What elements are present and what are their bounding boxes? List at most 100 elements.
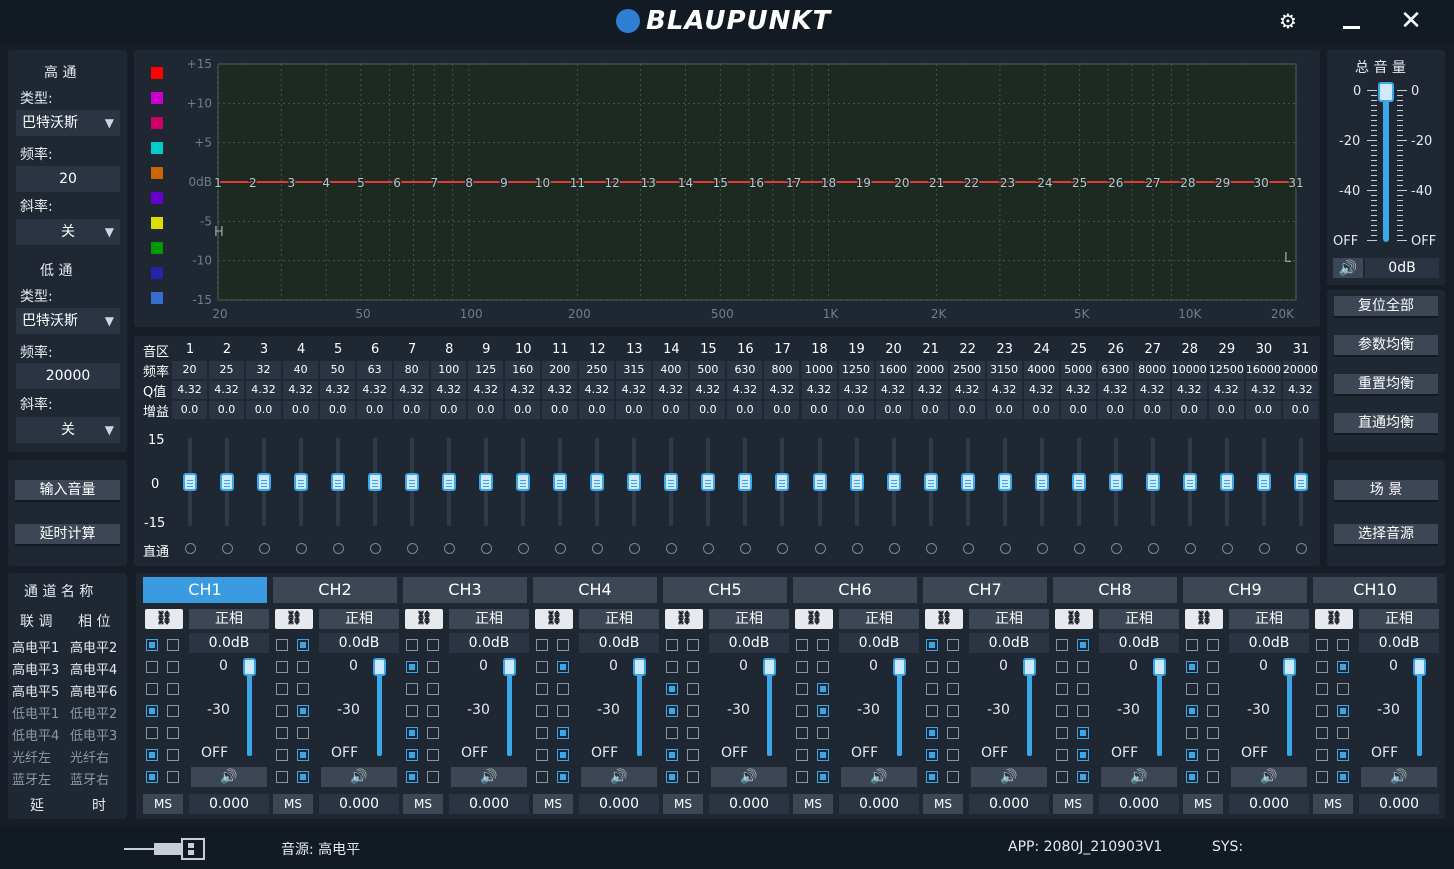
band-fader-knob[interactable] bbox=[775, 473, 790, 491]
input-mix-checkbox[interactable] bbox=[1186, 771, 1198, 783]
input-mix-checkbox[interactable] bbox=[796, 683, 808, 695]
speaker-icon[interactable]: 🔊 bbox=[451, 767, 527, 787]
band-freq-cell[interactable]: 10000 bbox=[1171, 361, 1207, 379]
input-mix-checkbox[interactable] bbox=[557, 705, 569, 717]
band-gain-cell[interactable]: 0.0 bbox=[1023, 401, 1059, 419]
band-gain-cell[interactable]: 0.0 bbox=[653, 401, 689, 419]
band-gain-cell[interactable]: 0.0 bbox=[283, 401, 319, 419]
scene-button[interactable]: 场 景 bbox=[1334, 480, 1438, 502]
band-gain-cell[interactable]: 0.0 bbox=[764, 401, 800, 419]
band-q-cell[interactable]: 4.32 bbox=[172, 381, 207, 399]
input-mix-checkbox[interactable] bbox=[1337, 749, 1349, 761]
input-mix-checkbox[interactable] bbox=[406, 705, 418, 717]
channel-volume-track[interactable] bbox=[767, 668, 772, 756]
channel-volume-track[interactable] bbox=[1157, 668, 1162, 756]
band-gain-cell[interactable]: 0.0 bbox=[949, 401, 985, 419]
band-freq-cell[interactable]: 4000 bbox=[1023, 361, 1059, 379]
band-fader-knob[interactable] bbox=[1219, 473, 1234, 491]
input-mix-checkbox[interactable] bbox=[297, 683, 309, 695]
band-fader-knob[interactable] bbox=[960, 473, 975, 491]
band-gain-cell[interactable]: 0.0 bbox=[394, 401, 430, 419]
input-mix-checkbox[interactable] bbox=[817, 771, 829, 783]
input-mix-checkbox[interactable] bbox=[1056, 661, 1068, 673]
speaker-icon[interactable]: 🔊 bbox=[321, 767, 397, 787]
input-mix-checkbox[interactable] bbox=[276, 705, 288, 717]
band-q-cell[interactable]: 4.32 bbox=[320, 381, 356, 399]
input-mix-checkbox[interactable] bbox=[1316, 727, 1328, 739]
band-freq-cell[interactable]: 20 bbox=[172, 361, 207, 379]
channel-tab[interactable]: CH10 bbox=[1313, 577, 1437, 603]
channel-delay-field[interactable]: 0.000 bbox=[579, 794, 659, 814]
channel-delay-field[interactable]: 0.000 bbox=[1229, 794, 1309, 814]
band-gain-cell[interactable]: 0.0 bbox=[542, 401, 578, 419]
input-mix-checkbox[interactable] bbox=[406, 727, 418, 739]
input-mix-checkbox[interactable] bbox=[1316, 705, 1328, 717]
band-gain-cell[interactable]: 0.0 bbox=[1134, 401, 1170, 419]
phase-button[interactable]: 正相 bbox=[709, 609, 789, 629]
input-mix-checkbox[interactable] bbox=[1186, 749, 1198, 761]
speaker-icon[interactable]: 🔊 bbox=[581, 767, 657, 787]
input-mix-checkbox[interactable] bbox=[796, 771, 808, 783]
input-mix-checkbox[interactable] bbox=[1316, 639, 1328, 651]
channel-tab[interactable]: CH5 bbox=[663, 577, 787, 603]
param-eq-button[interactable]: 参数均衡 bbox=[1334, 335, 1438, 357]
input-mix-checkbox[interactable] bbox=[1056, 683, 1068, 695]
band-fader-knob[interactable] bbox=[812, 473, 827, 491]
input-mix-checkbox[interactable] bbox=[1316, 661, 1328, 673]
speaker-icon[interactable]: 🔊 bbox=[1101, 767, 1177, 787]
lowpass-type-select[interactable]: 巴特沃斯 ▼ bbox=[16, 308, 120, 334]
band-gain-cell[interactable]: 0.0 bbox=[1171, 401, 1207, 419]
band-q-cell[interactable]: 4.32 bbox=[1282, 381, 1318, 399]
input-mix-checkbox[interactable] bbox=[1337, 639, 1349, 651]
input-mix-checkbox[interactable] bbox=[817, 639, 829, 651]
channel-volume-knob[interactable] bbox=[243, 658, 256, 676]
input-mix-checkbox[interactable] bbox=[796, 661, 808, 673]
band-q-cell[interactable]: 4.32 bbox=[542, 381, 578, 399]
band-fader-knob[interactable] bbox=[738, 473, 753, 491]
band-fader-knob[interactable] bbox=[923, 473, 938, 491]
band-bypass-radio[interactable] bbox=[1147, 543, 1159, 554]
input-mix-checkbox[interactable] bbox=[406, 661, 418, 673]
band-gain-cell[interactable]: 0.0 bbox=[1060, 401, 1096, 419]
band-fader-knob[interactable] bbox=[701, 473, 716, 491]
highpass-slope-select[interactable]: 关 ▼ bbox=[16, 219, 120, 245]
band-q-cell[interactable]: 4.32 bbox=[986, 381, 1022, 399]
channel-tab[interactable]: CH9 bbox=[1183, 577, 1307, 603]
lowpass-freq-field[interactable]: 20000 bbox=[16, 363, 120, 389]
band-fader-knob[interactable] bbox=[183, 473, 197, 491]
input-mix-checkbox[interactable] bbox=[167, 661, 179, 673]
band-fader-knob[interactable] bbox=[1256, 473, 1271, 491]
channel-volume-track[interactable] bbox=[247, 668, 252, 756]
band-q-cell[interactable]: 4.32 bbox=[1208, 381, 1244, 399]
band-fader-knob[interactable] bbox=[1145, 473, 1160, 491]
speaker-icon[interactable]: 🔊 bbox=[711, 767, 787, 787]
channel-volume-knob[interactable] bbox=[893, 658, 906, 676]
flat-eq-button[interactable]: 直通均衡 bbox=[1334, 413, 1438, 435]
input-mix-checkbox[interactable] bbox=[297, 749, 309, 761]
master-speaker-icon[interactable]: 🔊 bbox=[1333, 258, 1363, 278]
input-mix-checkbox[interactable] bbox=[926, 727, 938, 739]
band-gain-cell[interactable]: 0.0 bbox=[1208, 401, 1244, 419]
input-mix-checkbox[interactable] bbox=[1207, 705, 1219, 717]
input-mix-checkbox[interactable] bbox=[557, 639, 569, 651]
band-gain-cell[interactable]: 0.0 bbox=[320, 401, 356, 419]
input-mix-checkbox[interactable] bbox=[947, 661, 959, 673]
band-q-cell[interactable]: 4.32 bbox=[1060, 381, 1096, 399]
band-freq-cell[interactable]: 32 bbox=[246, 361, 282, 379]
band-fader-knob[interactable] bbox=[1071, 473, 1086, 491]
band-gain-cell[interactable]: 0.0 bbox=[357, 401, 393, 419]
input-volume-button[interactable]: 输入音量 bbox=[15, 480, 120, 502]
ms-toggle-button[interactable]: MS bbox=[793, 794, 833, 814]
phase-button[interactable]: 正相 bbox=[579, 609, 659, 629]
input-mix-checkbox[interactable] bbox=[146, 661, 158, 673]
channel-volume-knob[interactable] bbox=[373, 658, 386, 676]
input-mix-checkbox[interactable] bbox=[1207, 727, 1219, 739]
input-mix-checkbox[interactable] bbox=[427, 749, 439, 761]
gear-icon[interactable]: ⚙ bbox=[1275, 8, 1301, 34]
input-mix-checkbox[interactable] bbox=[406, 749, 418, 761]
input-mix-checkbox[interactable] bbox=[1056, 705, 1068, 717]
input-mix-checkbox[interactable] bbox=[146, 749, 158, 761]
band-freq-cell[interactable]: 25 bbox=[209, 361, 245, 379]
channel-volume-track[interactable] bbox=[1287, 668, 1292, 756]
input-mix-checkbox[interactable] bbox=[1337, 727, 1349, 739]
